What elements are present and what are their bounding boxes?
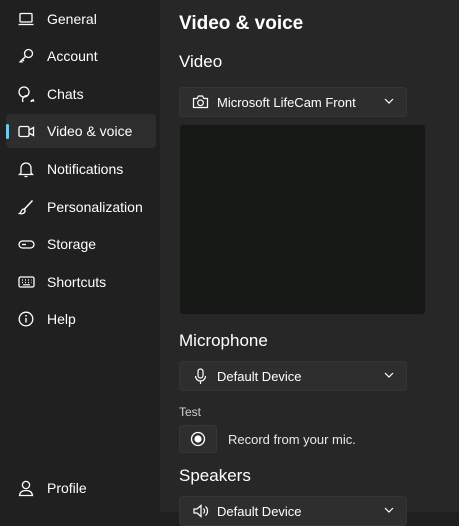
video-camera-icon [17, 122, 35, 140]
sidebar-item-general[interactable]: General [6, 2, 156, 36]
sidebar-item-label: Help [47, 311, 76, 327]
sidebar: General Account Chats Video & voice Noti… [0, 0, 160, 512]
chevron-down-icon [384, 372, 394, 378]
record-icon [190, 431, 206, 447]
camera-icon [192, 94, 209, 111]
sidebar-item-chats[interactable]: Chats [6, 77, 156, 111]
sidebar-item-label: Chats [47, 86, 84, 102]
page-title: Video & voice [179, 13, 304, 34]
sidebar-item-shortcuts[interactable]: Shortcuts [6, 265, 156, 299]
sidebar-item-label: Storage [47, 236, 97, 252]
sidebar-item-profile[interactable]: Profile [6, 471, 156, 505]
record-button[interactable] [179, 425, 217, 453]
keyboard-icon [17, 273, 35, 291]
sidebar-item-personalization[interactable]: Personalization [6, 190, 156, 224]
active-indicator [6, 124, 9, 139]
video-section-title: Video [179, 52, 223, 71]
scrollbar[interactable] [454, 0, 458, 512]
sidebar-item-label: Profile [47, 480, 87, 496]
person-icon [17, 479, 35, 497]
sidebar-item-notifications[interactable]: Notifications [6, 152, 156, 186]
record-description: Record from your mic. [228, 432, 356, 447]
sidebar-item-label: Account [47, 48, 98, 64]
sidebar-item-account[interactable]: Account [6, 39, 156, 73]
key-icon [17, 47, 35, 65]
camera-dropdown-value: Microsoft LifeCam Front [217, 95, 356, 110]
microphone-dropdown[interactable]: Default Device [179, 361, 407, 391]
info-icon [17, 310, 35, 328]
sidebar-item-label: Personalization [47, 199, 143, 215]
speakers-dropdown-value: Default Device [217, 504, 302, 519]
brush-icon [17, 198, 35, 216]
sidebar-item-storage[interactable]: Storage [6, 227, 156, 261]
storage-icon [17, 235, 35, 253]
laptop-icon [17, 10, 35, 28]
sidebar-item-label: Notifications [47, 161, 124, 177]
sidebar-item-label: General [47, 11, 97, 27]
camera-dropdown[interactable]: Microsoft LifeCam Front [179, 87, 407, 117]
bell-icon [17, 160, 35, 178]
sidebar-item-label: Shortcuts [47, 274, 107, 290]
microphone-dropdown-value: Default Device [217, 369, 302, 384]
sidebar-item-label: Video & voice [47, 123, 133, 139]
sidebar-item-video-voice[interactable]: Video & voice [6, 114, 156, 148]
chevron-down-icon [384, 98, 394, 104]
microphone-section-title: Microphone [179, 331, 268, 350]
sidebar-item-help[interactable]: Help [6, 302, 156, 336]
camera-preview [180, 125, 425, 314]
test-label: Test [179, 405, 202, 419]
chevron-down-icon [384, 507, 394, 513]
speakers-dropdown[interactable]: Default Device [179, 496, 407, 526]
microphone-icon [192, 368, 209, 385]
chat-bubbles-icon [17, 85, 35, 103]
speakers-section-title: Speakers [179, 466, 251, 485]
